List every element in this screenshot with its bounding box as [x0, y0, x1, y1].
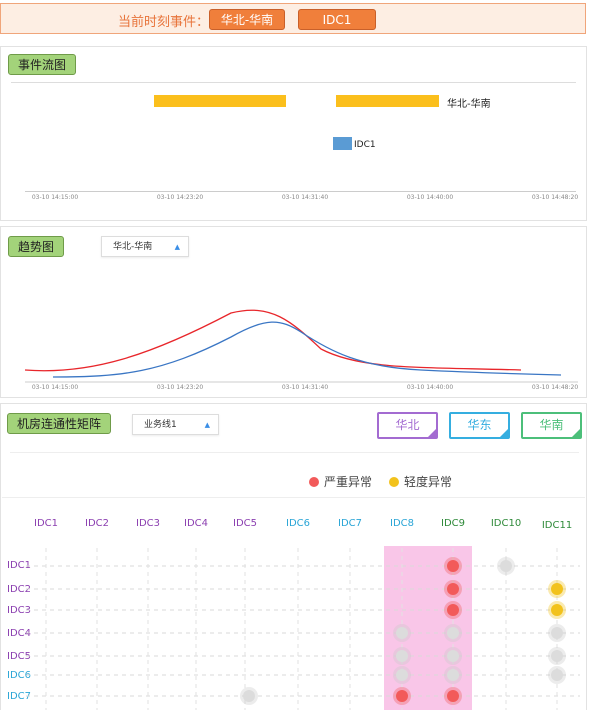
- matrix-cell-severe[interactable]: [447, 690, 459, 702]
- matrix-cell-normal[interactable]: [447, 669, 459, 681]
- matrix-cell-minor[interactable]: [551, 604, 563, 616]
- matrix-cell-normal[interactable]: [551, 627, 563, 639]
- matrix-grid: [26, 548, 580, 710]
- matrix-cell-normal[interactable]: [551, 650, 563, 662]
- matrix-cell-normal[interactable]: [447, 627, 459, 639]
- matrix-cell-normal[interactable]: [396, 650, 408, 662]
- matrix-cell-severe[interactable]: [447, 604, 459, 616]
- matrix-cell-severe[interactable]: [447, 560, 459, 572]
- matrix-cell-minor[interactable]: [551, 583, 563, 595]
- matrix-cell-normal[interactable]: [500, 560, 512, 572]
- matrix-cell-normal[interactable]: [447, 650, 459, 662]
- matrix-cell-normal[interactable]: [396, 669, 408, 681]
- matrix-cell-normal[interactable]: [243, 690, 255, 702]
- matrix-cell-severe[interactable]: [396, 690, 408, 702]
- matrix-cell-severe[interactable]: [447, 583, 459, 595]
- matrix-cell-normal[interactable]: [551, 669, 563, 681]
- matrix-cell-normal[interactable]: [396, 627, 408, 639]
